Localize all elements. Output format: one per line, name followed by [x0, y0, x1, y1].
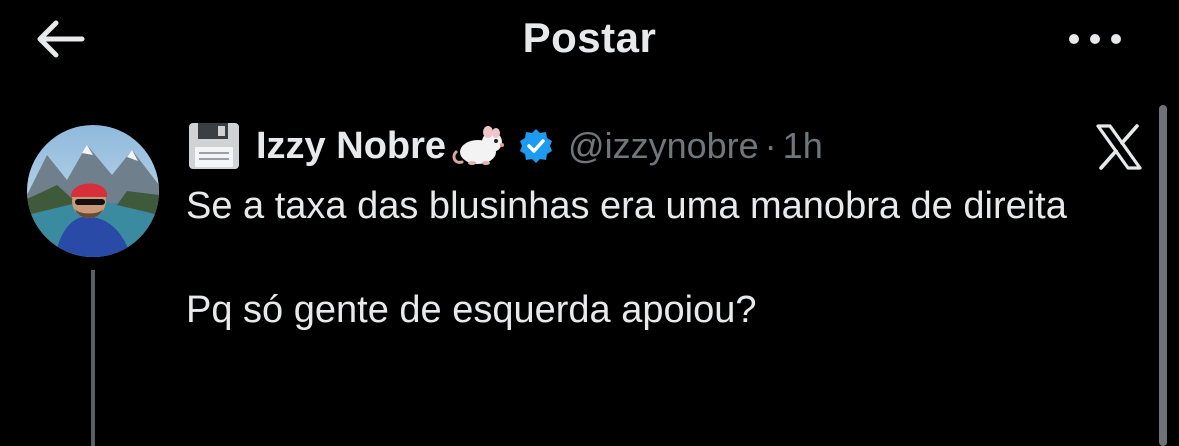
rat-icon: [450, 122, 508, 170]
more-options-button[interactable]: [1060, 22, 1130, 56]
author-name[interactable]: Izzy Nobre: [256, 125, 446, 168]
thread-line: [91, 270, 95, 446]
post-text-paragraph: Pq só gente de esquerda apoiou?: [186, 289, 757, 331]
floppy-disk-icon: [186, 121, 242, 171]
more-horizontal-icon: [1069, 34, 1121, 44]
page-title: Postar: [522, 14, 657, 61]
author-row: Izzy Nobre @izzynobre · 1h: [186, 116, 823, 176]
avatar[interactable]: [27, 125, 159, 257]
post-text: Se a taxa das blusinhas era uma manobra …: [186, 180, 1146, 336]
meta-separator: ·: [764, 125, 777, 166]
scrollbar[interactable]: [1159, 105, 1167, 446]
top-bar: Postar: [0, 0, 1179, 80]
verified-badge-icon[interactable]: [518, 128, 554, 164]
author-handle[interactable]: @izzynobre: [568, 125, 759, 167]
post-text-paragraph: Se a taxa das blusinhas era uma manobra …: [186, 185, 1067, 227]
post-timestamp[interactable]: 1h: [783, 125, 823, 167]
x-logo-icon: [1094, 122, 1144, 172]
